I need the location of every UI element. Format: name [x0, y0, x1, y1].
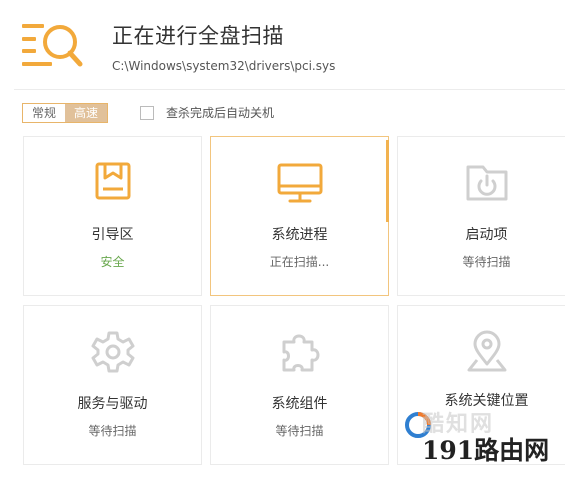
card-label: 引导区: [91, 227, 134, 243]
location-pin-icon: [463, 330, 511, 374]
card-status: 等待扫描: [88, 424, 137, 438]
card-label: 启动项: [465, 227, 508, 243]
scan-card-startup: 启动项 等待扫描: [397, 136, 565, 296]
auto-shutdown-checkbox[interactable]: [140, 105, 154, 120]
puzzle-icon: [276, 330, 324, 374]
card-status: 正在扫描...: [269, 255, 330, 269]
card-status: 等待扫描: [275, 424, 324, 438]
auto-shutdown-label: 查杀完成后自动关机: [166, 106, 275, 120]
monitor-icon: [276, 161, 324, 205]
card-label: 系统组件: [271, 396, 328, 412]
scan-mode-toggle: 常规 高速: [22, 103, 108, 123]
scan-card-processes: 系统进程 正在扫描...: [210, 136, 389, 296]
scan-header: 正在进行全盘扫描 C:\Windows\system32\drivers\pci…: [0, 0, 565, 90]
scan-card-boot: 引导区 安全: [23, 136, 202, 296]
watermark: 酷知网 191路由网: [400, 400, 565, 480]
page-title: 正在进行全盘扫描: [112, 24, 284, 48]
power-folder-icon: [463, 161, 511, 205]
card-status: 安全: [100, 255, 125, 269]
current-scan-path: C:\Windows\system32\drivers\pci.sys: [112, 59, 336, 73]
card-label: 服务与驱动: [77, 396, 148, 412]
scan-magnifier-icon: [22, 18, 84, 74]
mode-fast-button[interactable]: 高速: [65, 104, 107, 122]
mode-normal-button[interactable]: 常规: [23, 104, 65, 122]
scan-progress-indicator: [386, 140, 389, 222]
book-icon: [89, 161, 137, 205]
auto-shutdown-option[interactable]: 查杀完成后自动关机: [140, 104, 274, 121]
card-label: 系统进程: [271, 227, 328, 243]
scan-card-components: 系统组件 等待扫描: [210, 305, 389, 465]
watermark-site: 191路由网: [422, 436, 550, 465]
card-status: 等待扫描: [462, 255, 511, 269]
gear-icon: [89, 330, 137, 374]
header-divider: [14, 89, 565, 90]
scan-card-services: 服务与驱动 等待扫描: [23, 305, 202, 465]
